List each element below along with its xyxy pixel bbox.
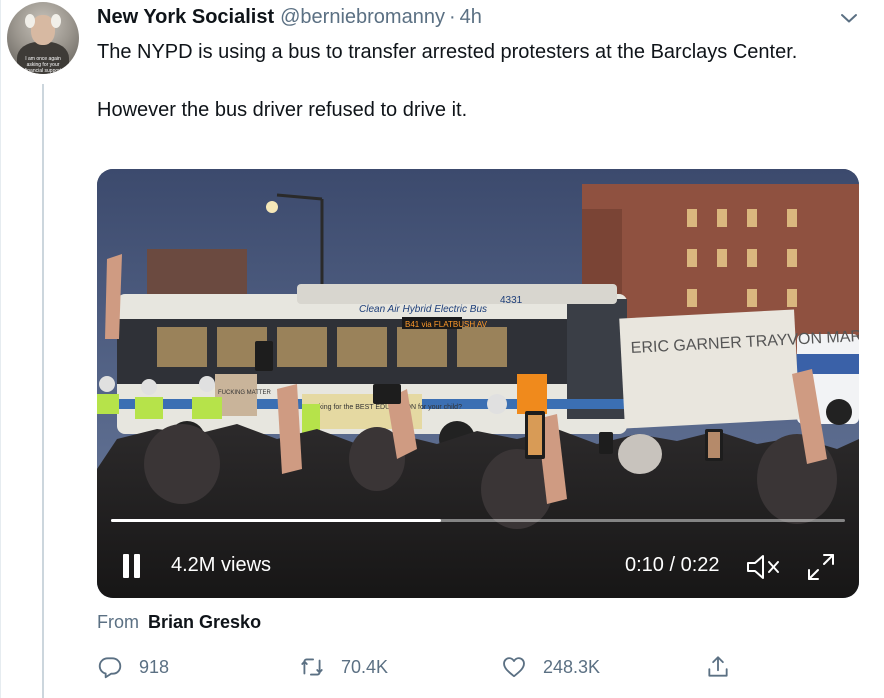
video-view-count: 4.2M views [171,554,272,576]
tweet-timestamp[interactable]: 4h [460,6,482,29]
speaker-muted-icon [747,555,779,579]
like-button[interactable]: 248.3K [501,652,600,682]
thread-line [42,84,44,698]
tweet-header: New York Socialist @berniebromanny · 4h [97,6,482,30]
retweet-count: 70.4K [341,656,389,677]
video-progress-bar[interactable] [111,519,845,522]
video-timer: 0:10 / 0:22 [625,554,720,576]
speech-bubble-icon [98,657,122,679]
tweet-actions-bar: 918 70.4K 248.3K [97,652,837,682]
chevron-down-icon [841,14,857,23]
avatar-figure-hair-left [25,14,35,28]
reply-count: 918 [139,656,170,677]
avatar-figure-hair-right [51,14,61,28]
bus-number-text: 4331 [500,295,523,306]
author-display-name[interactable]: New York Socialist [97,6,274,29]
pause-icon [134,554,140,578]
share-button[interactable] [705,652,731,682]
tweet-options-button[interactable] [837,6,861,30]
small-sign-text: FUCKING MATTER [218,390,272,396]
tweet-text-line: However the bus driver refused to drive … [97,99,468,121]
video-frame: Clean Air Hybrid Electric Bus 4331 B41 v… [97,169,859,598]
fullscreen-button[interactable] [805,551,837,583]
video-player[interactable]: Clean Air Hybrid Electric Bus 4331 B41 v… [97,169,859,598]
fullscreen-icon [808,554,834,580]
retweet-arrows-icon [301,658,323,676]
share-upload-icon [708,656,728,677]
mute-button[interactable] [745,552,785,582]
author-handle[interactable]: @berniebromanny [280,6,445,29]
heart-icon [503,657,525,678]
tweet-text-line: The NYPD is using a bus to transfer arre… [97,41,798,63]
route-sign-text: B41 via FLATBUSH AV [405,320,488,329]
pause-button[interactable] [119,552,145,580]
bus-ad-text: Looking for the BEST EDUCATION for your … [307,404,462,411]
media-attribution: From Brian Gresko [97,612,261,633]
header-separator: · [448,6,456,28]
attribution-author-link[interactable]: Brian Gresko [148,612,261,632]
pause-icon [123,554,129,578]
author-avatar[interactable]: I am once again asking for your financia… [7,2,79,74]
video-progress-fill [111,519,442,522]
tweet-text: The NYPD is using a bus to transfer arre… [97,38,857,125]
like-count: 248.3K [543,656,601,677]
reply-button[interactable]: 918 [97,652,169,682]
avatar-caption: I am once again asking for your financia… [24,56,62,74]
retweet-button[interactable]: 70.4K [299,652,388,682]
tweet-page: I am once again asking for your financia… [0,0,884,698]
bus-banner-text: Clean Air Hybrid Electric Bus [359,304,487,315]
attribution-label: From [97,612,139,632]
